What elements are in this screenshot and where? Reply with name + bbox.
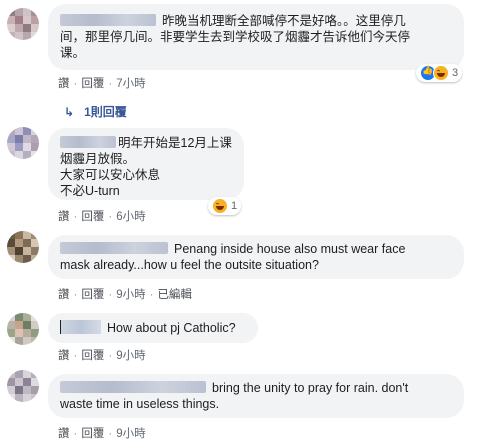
separator-dot: · [108,289,113,301]
separator-dot: · [73,211,78,223]
separator-dot: · [108,350,113,362]
like-link[interactable]: 讚 [58,78,70,90]
reply-link[interactable]: 回覆 [81,211,104,223]
separator-dot: · [108,428,113,440]
comment-bubble: How about pj Catholic? [48,313,258,343]
comment-actions: 讚 · 回覆 · 7小時 [58,75,146,91]
like-link[interactable]: 讚 [58,211,70,223]
reply-link[interactable]: 回覆 [81,289,104,301]
timestamp[interactable]: 9小時 [116,289,145,301]
avatar[interactable] [7,8,39,40]
view-replies-label: 1則回覆 [84,105,127,119]
avatar[interactable] [7,127,39,159]
separator-dot: · [73,78,78,90]
comment-text: waste time in useless things. [60,397,220,411]
redacted-author-name[interactable] [60,242,168,254]
separator-dot: · [108,78,113,90]
haha-reaction-icon [433,65,449,81]
comment-actions: 讚 · 回覆 · 6小時 [58,208,146,224]
timestamp[interactable]: 7小時 [116,78,145,90]
comment-bubble: 明年开始是12月上课 烟霾月放假。 大家可以安心休息 不必U-turn [48,128,244,200]
comment-text: 大家可以安心休息 [60,168,161,182]
separator-dot: · [73,289,78,301]
reaction-summary[interactable]: 3 [416,64,463,82]
view-replies-link[interactable]: ↳ 1則回覆 [64,103,127,120]
separator-dot: · [108,211,113,223]
redacted-author-name[interactable] [60,381,206,393]
separator-dot: · [149,289,154,301]
haha-reaction-icon [212,198,228,214]
redacted-author-name[interactable] [60,136,116,148]
comment-text: 明年开始是12月上课 [118,136,232,150]
like-link[interactable]: 讚 [58,350,70,362]
comment-text: bring the unity to pray for rain. don't [212,381,409,395]
comment-bubble: Penang inside house also must wear face … [48,235,464,279]
comment-actions: 讚 · 回覆 · 9小時 · 已編輯 [58,286,192,302]
separator-dot: · [73,350,78,362]
comment-text: 课。 [60,46,86,60]
comment-text: Penang inside house also must wear face [174,242,406,256]
avatar[interactable] [7,231,39,263]
avatar[interactable] [7,370,39,402]
like-link[interactable]: 讚 [58,289,70,301]
reply-link[interactable]: 回覆 [81,78,104,90]
reaction-summary[interactable]: 1 [208,197,242,215]
like-link[interactable]: 讚 [58,428,70,440]
comment-text: How about pj Catholic? [107,321,236,335]
redacted-author-name[interactable] [60,14,156,26]
redacted-author-name[interactable] [60,320,101,334]
comment-text: 间，那里停几间。非要学生去到学校吸了烟霾才告诉他们今天停 [60,30,411,44]
reply-link[interactable]: 回覆 [81,428,104,440]
comment-actions: 讚 · 回覆 · 9小時 [58,347,146,363]
reply-arrow-icon: ↳ [64,105,75,119]
edited-label[interactable]: 已編輯 [157,289,192,301]
comment-actions: 讚 · 回覆 · 9小時 [58,425,146,441]
comment-text: mask already...how u feel the outsite si… [60,258,319,272]
avatar[interactable] [7,313,39,345]
reaction-count: 1 [231,200,238,212]
comment-text: 不必U-turn [60,184,120,198]
comment-bubble: bring the unity to pray for rain. don't … [48,374,464,418]
timestamp[interactable]: 9小時 [116,350,145,362]
comment-text: 昨晚当机理断全部喊停不是好咯。。这里停几 [162,14,406,28]
comment-text: 烟霾月放假。 [60,152,136,166]
reaction-count: 3 [452,67,459,79]
reply-link[interactable]: 回覆 [81,350,104,362]
comment-bubble: 昨晚当机理断全部喊停不是好咯。。这里停几 间，那里停几间。非要学生去到学校吸了烟… [48,4,464,70]
separator-dot: · [73,428,78,440]
timestamp[interactable]: 6小時 [116,211,145,223]
timestamp[interactable]: 9小時 [116,428,145,440]
